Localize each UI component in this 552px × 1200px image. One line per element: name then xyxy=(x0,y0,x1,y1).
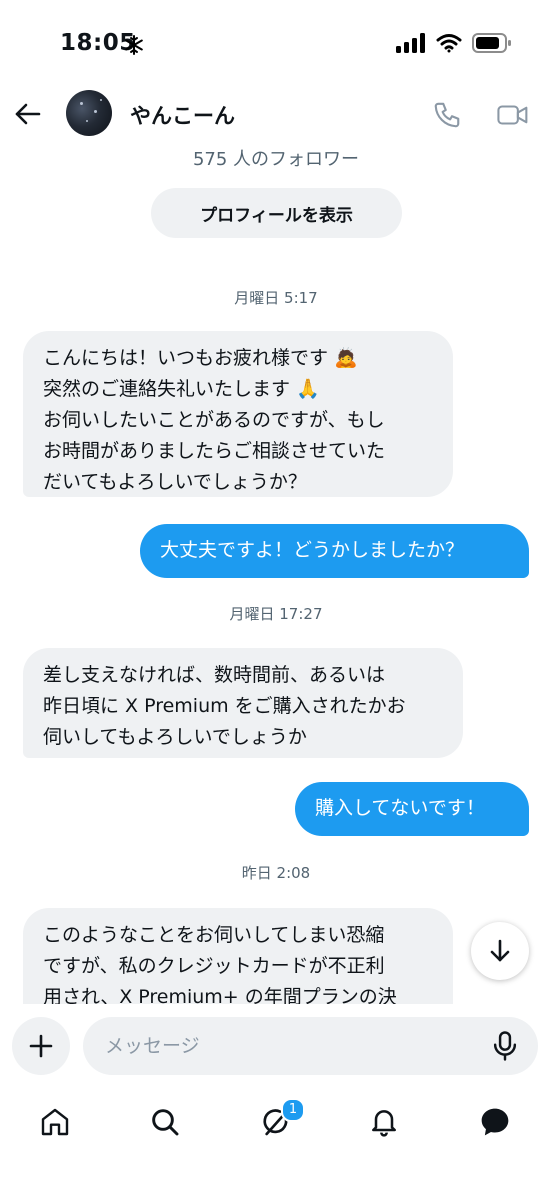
bottom-navigation xyxy=(0,1092,552,1152)
message-line: 伺いしてもよろしいでしょうか xyxy=(43,726,307,748)
signal-icon xyxy=(396,33,426,57)
nav-messages[interactable] xyxy=(475,1102,515,1142)
status-bar: 18:05 xyxy=(0,0,552,90)
incoming-message[interactable]: こんにちは！いつもお疲れ様です 🙇 突然のご連絡失礼いたします 🙏 お伺いしたい… xyxy=(23,331,453,497)
home-icon xyxy=(41,1108,69,1136)
incoming-message[interactable]: 差し支えなければ、数時間前、あるいは 昨日頃に X Premium をご購入され… xyxy=(23,648,463,758)
back-arrow-icon xyxy=(15,103,41,125)
message-line: ですが、私のクレジットカードが不正利 xyxy=(43,955,385,977)
follower-count: 575 人のフォロワー xyxy=(192,149,360,170)
message-line: 突然のご連絡失礼いたします 🙏 xyxy=(43,378,320,400)
arrow-down-icon xyxy=(490,939,510,962)
video-call-button[interactable] xyxy=(496,100,530,130)
contact-name[interactable]: やんこーん xyxy=(130,100,235,130)
bell-icon xyxy=(372,1110,396,1137)
message-timestamp: 月曜日 5:17 xyxy=(234,289,318,307)
message-line: お時間がありましたらご相談させていた xyxy=(43,440,386,462)
view-profile-button[interactable]: プロフィールを表示 xyxy=(151,188,402,238)
messages-icon xyxy=(481,1108,509,1136)
search-icon xyxy=(152,1109,179,1136)
message-line: だいてもよろしいでしょうか？ xyxy=(43,471,307,493)
call-button[interactable] xyxy=(432,100,462,130)
message-text: 購入してないです！ xyxy=(315,797,485,819)
status-indicators xyxy=(396,33,512,57)
message-input[interactable] xyxy=(83,1017,538,1075)
message-text: 大丈夫ですよ！どうかしましたか？ xyxy=(160,539,465,561)
snowflake-icon xyxy=(124,35,144,59)
plus-icon xyxy=(29,1034,53,1058)
video-camera-icon xyxy=(497,105,528,125)
notification-badge: 1 xyxy=(281,1098,305,1122)
phone-icon xyxy=(434,102,460,128)
avatar[interactable] xyxy=(66,90,112,136)
scroll-to-bottom-button[interactable] xyxy=(471,922,529,980)
nav-notifications[interactable] xyxy=(364,1102,404,1142)
nav-home[interactable] xyxy=(35,1102,75,1142)
battery-icon xyxy=(472,33,512,57)
nav-search[interactable] xyxy=(145,1102,185,1142)
conversation-header: やんこーん xyxy=(0,90,552,150)
outgoing-message[interactable]: 大丈夫ですよ！どうかしましたか？ xyxy=(140,524,529,578)
back-button[interactable] xyxy=(12,98,44,130)
voice-message-button[interactable] xyxy=(490,1030,520,1062)
add-attachment-button[interactable] xyxy=(12,1017,70,1075)
message-line: こんにちは！いつもお疲れ様です 🙇 xyxy=(43,347,358,369)
outgoing-message[interactable]: 購入してないです！ xyxy=(295,782,529,836)
message-line: このようなことをお伺いしてしまい恐縮 xyxy=(43,924,385,946)
message-timestamp: 昨日 2:08 xyxy=(241,864,311,882)
message-line: 昨日頃に X Premium をご購入されたかお xyxy=(43,695,406,717)
message-line: お伺いしたいことがあるのですが、もし xyxy=(43,409,385,431)
message-line: 差し支えなければ、数時間前、あるいは xyxy=(43,664,386,686)
message-timestamp: 月曜日 17:27 xyxy=(229,605,323,623)
wifi-icon xyxy=(436,33,462,57)
microphone-icon xyxy=(493,1031,517,1061)
